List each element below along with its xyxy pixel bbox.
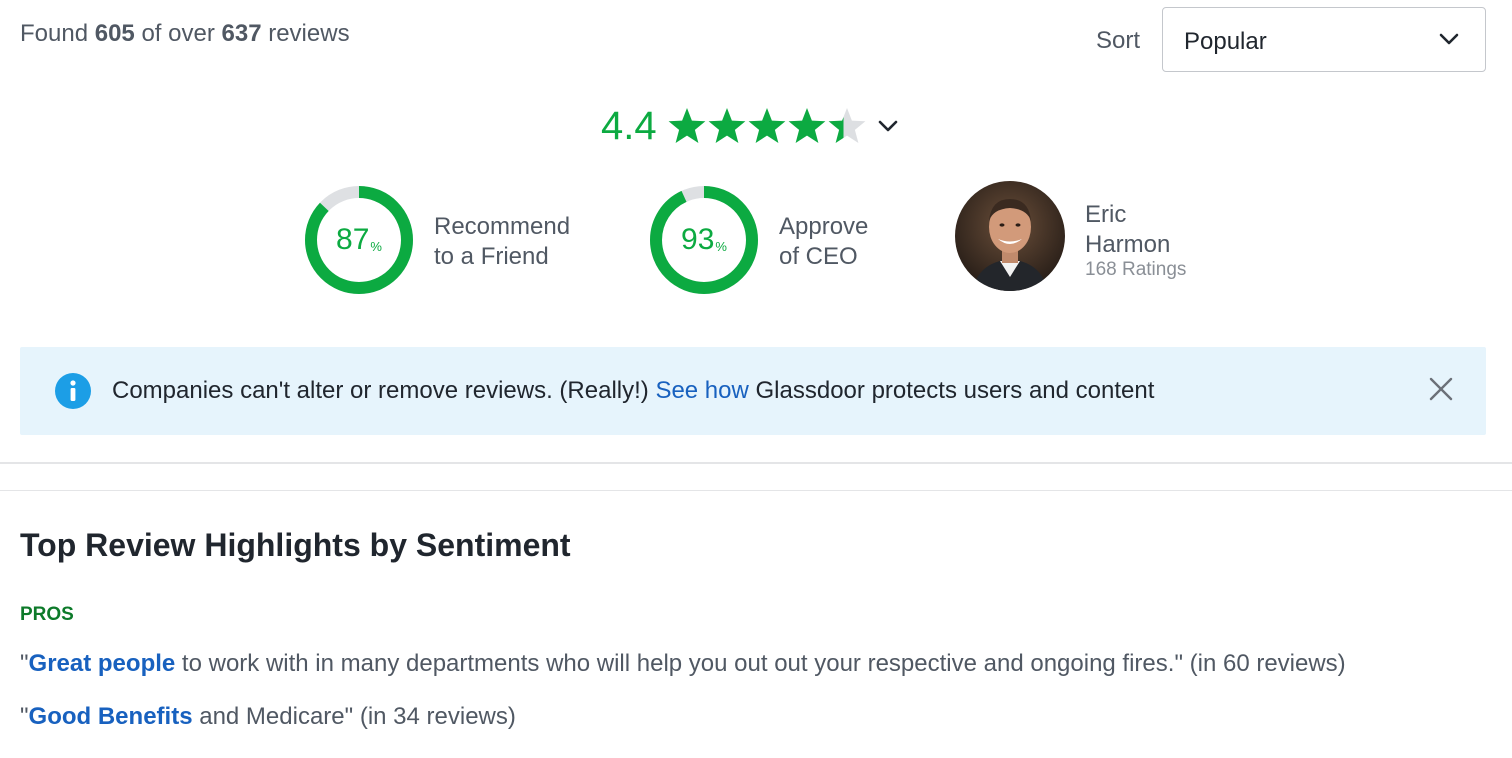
recommend-label-line2: to a Friend (434, 243, 549, 270)
star-icon (748, 108, 786, 143)
star-rating (667, 106, 867, 146)
close-icon[interactable] (1426, 374, 1456, 404)
found-prefix: Found (20, 20, 89, 47)
chevron-down-icon (1439, 33, 1459, 45)
highlight-text: to work with in many departments who wil… (181, 650, 1346, 677)
overall-rating: 4.4 (601, 100, 899, 152)
highlight-item: "Great people to work with in many depar… (20, 650, 1346, 678)
open-quote: " (20, 703, 29, 730)
rating-value: 4.4 (601, 103, 657, 148)
rating-breakdown-toggle-icon[interactable] (877, 119, 899, 133)
sort-label: Sort (1096, 27, 1141, 54)
banner-message: Companies can't alter or remove reviews.… (112, 377, 1154, 405)
sort-dropdown[interactable]: Popular (1162, 7, 1486, 72)
pros-label: PROS (20, 604, 74, 625)
ceo-approval-label: Approve of CEO (779, 212, 868, 272)
recommend-donut: 87% (304, 185, 414, 295)
ceo-approval-donut: 93% (649, 185, 759, 295)
info-banner: Companies can't alter or remove reviews.… (20, 347, 1486, 435)
star-icon (828, 108, 866, 143)
ceo-last-name: Harmon (1085, 231, 1171, 258)
banner-text-after: Glassdoor protects users and content (755, 377, 1155, 404)
info-icon (55, 373, 91, 409)
ceo-name[interactable]: Eric Harmon (1085, 200, 1170, 260)
highlight-link[interactable]: Great people (29, 650, 176, 677)
total-count: 637 (221, 20, 262, 47)
ceo-avatar (955, 181, 1065, 291)
open-quote: " (20, 650, 29, 677)
recommend-percent-sign: % (370, 238, 382, 254)
recommend-label: Recommend to a Friend (434, 212, 570, 272)
ceo-approval-percent: 93 (681, 223, 715, 256)
star-icon (788, 108, 826, 143)
ceo-approval-percent-sign: % (715, 238, 727, 254)
highlight-item: "Good Benefits and Medicare" (in 34 revi… (20, 703, 516, 731)
recommend-percent: 87 (336, 223, 370, 256)
found-count: 605 (94, 20, 135, 47)
review-count-summary: Found 605 of over 637 reviews (20, 20, 350, 48)
section-divider (0, 462, 1512, 464)
found-suffix: reviews (268, 20, 350, 47)
see-how-link[interactable]: See how (655, 377, 748, 404)
highlight-link[interactable]: Good Benefits (29, 703, 193, 730)
sort-selected-value: Popular (1184, 28, 1267, 55)
banner-text-before: Companies can't alter or remove reviews.… (112, 377, 649, 404)
ceo-approval-label-line1: Approve (779, 213, 869, 240)
highlights-title: Top Review Highlights by Sentiment (20, 527, 571, 563)
ceo-approval-label-line2: of CEO (779, 243, 858, 270)
recommend-label-line1: Recommend (434, 213, 571, 240)
star-icon (668, 108, 706, 143)
star-icon (708, 108, 746, 143)
highlight-text: and Medicare" (in 34 reviews) (199, 703, 516, 730)
section-divider (0, 490, 1512, 491)
ceo-first-name: Eric (1085, 201, 1127, 228)
found-middle: of over (141, 20, 215, 47)
ceo-ratings-count: 168 Ratings (1085, 259, 1187, 280)
